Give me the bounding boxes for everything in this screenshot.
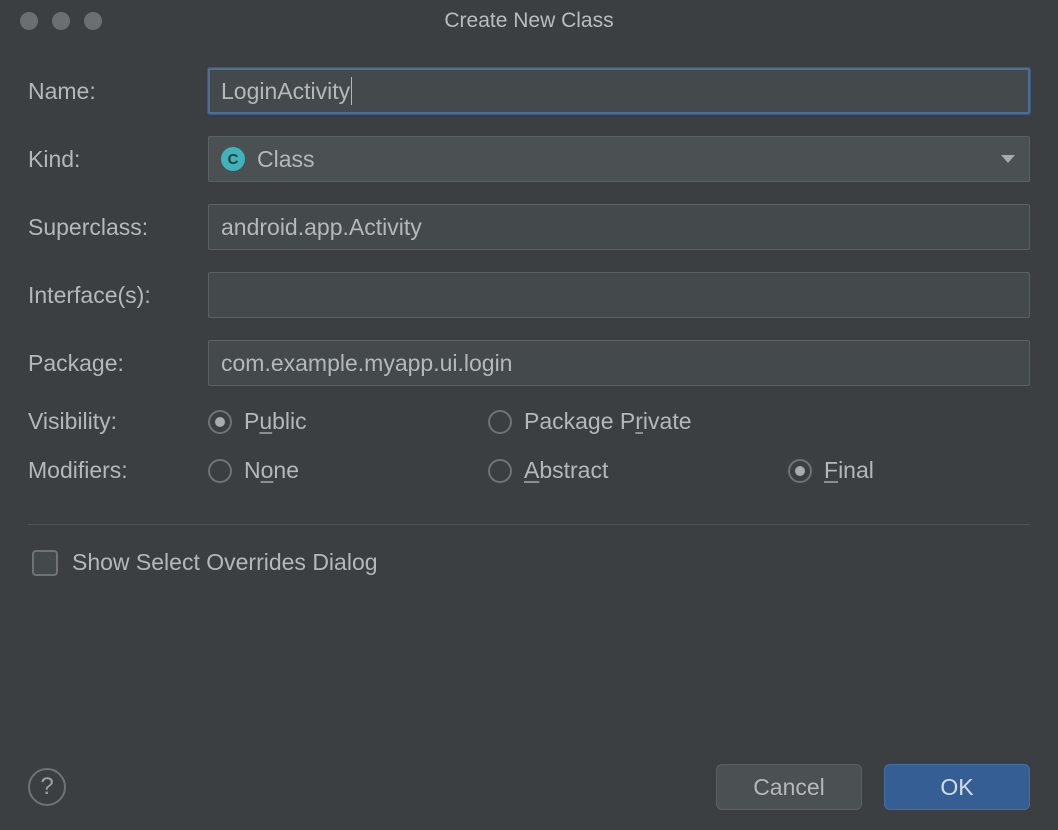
superclass-label: Superclass:: [28, 214, 208, 241]
chevron-down-icon: [1001, 155, 1015, 163]
modifiers-group: None Abstract Final: [208, 457, 1030, 484]
show-overrides-checkbox[interactable]: Show Select Overrides Dialog: [28, 549, 1030, 576]
cancel-button[interactable]: Cancel: [716, 764, 862, 810]
modifier-abstract-label: Abstract: [524, 457, 608, 484]
class-icon: C: [221, 147, 245, 171]
dialog-content: Name: LoginActivity Kind: C Class Superc…: [0, 42, 1058, 576]
modifier-none-radio[interactable]: None: [208, 457, 488, 484]
modifiers-label: Modifiers:: [28, 457, 208, 484]
help-icon: ?: [40, 773, 53, 801]
interfaces-label: Interface(s):: [28, 282, 208, 309]
minimize-window-icon[interactable]: [52, 12, 70, 30]
radio-icon: [488, 459, 512, 483]
superclass-input[interactable]: [221, 205, 1017, 249]
name-label: Name:: [28, 78, 208, 105]
dialog-footer: ? Cancel OK: [28, 764, 1030, 810]
window-controls: [0, 12, 102, 30]
titlebar: Create New Class: [0, 0, 1058, 42]
modifier-none-label: None: [244, 457, 299, 484]
visibility-public-label: Public: [244, 408, 307, 435]
kind-label: Kind:: [28, 146, 208, 173]
interfaces-input[interactable]: [221, 273, 1017, 317]
button-row: Cancel OK: [716, 764, 1030, 810]
window-title: Create New Class: [0, 9, 1058, 33]
text-caret: [351, 77, 352, 105]
zoom-window-icon[interactable]: [84, 12, 102, 30]
name-field-value: LoginActivity: [221, 78, 350, 105]
visibility-public-radio[interactable]: Public: [208, 408, 488, 435]
visibility-package-private-radio[interactable]: Package Private: [488, 408, 788, 435]
radio-icon: [488, 410, 512, 434]
package-field[interactable]: [208, 340, 1030, 386]
package-label: Package:: [28, 350, 208, 377]
checkbox-icon: [32, 550, 58, 576]
name-field[interactable]: LoginActivity: [208, 68, 1030, 114]
modifier-final-radio[interactable]: Final: [788, 457, 1030, 484]
separator: [28, 524, 1030, 525]
show-overrides-label: Show Select Overrides Dialog: [72, 549, 378, 576]
help-button[interactable]: ?: [28, 768, 66, 806]
visibility-group: Public Package Private: [208, 408, 1030, 435]
package-input[interactable]: [221, 341, 1017, 385]
visibility-package-private-label: Package Private: [524, 408, 692, 435]
ok-button[interactable]: OK: [884, 764, 1030, 810]
kind-selected-value: Class: [257, 146, 315, 173]
radio-icon: [208, 459, 232, 483]
radio-icon: [788, 459, 812, 483]
close-window-icon[interactable]: [20, 12, 38, 30]
visibility-label: Visibility:: [28, 408, 208, 435]
modifier-final-label: Final: [824, 457, 874, 484]
kind-dropdown[interactable]: C Class: [208, 136, 1030, 182]
modifier-abstract-radio[interactable]: Abstract: [488, 457, 788, 484]
interfaces-field[interactable]: [208, 272, 1030, 318]
superclass-field[interactable]: [208, 204, 1030, 250]
radio-icon: [208, 410, 232, 434]
